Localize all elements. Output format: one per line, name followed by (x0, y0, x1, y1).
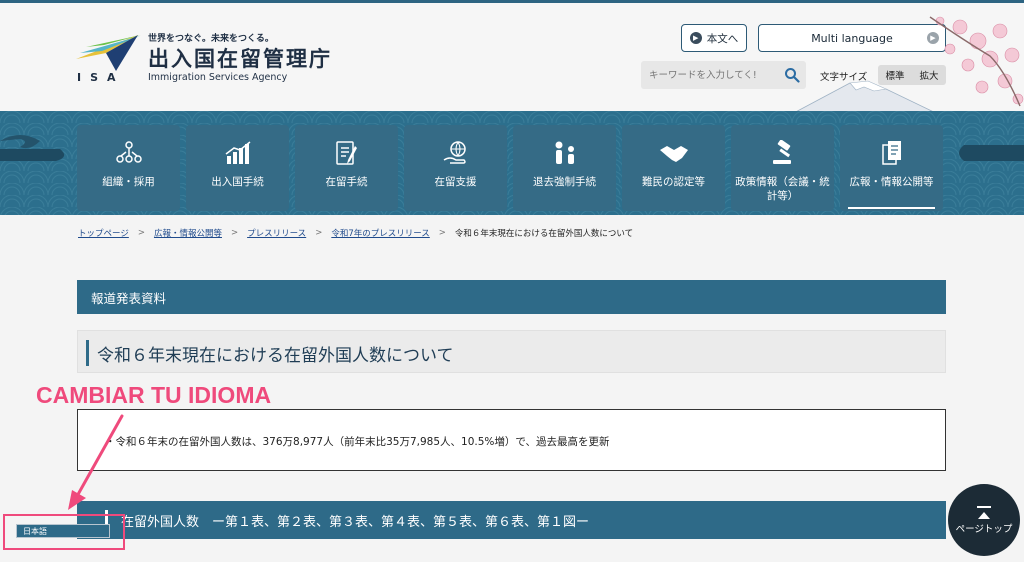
page-top-label: ページトップ (955, 523, 1013, 535)
gavel-icon (768, 139, 798, 167)
nav-item-label: 政策情報（会議・統計等） (735, 176, 830, 203)
people-icon (550, 139, 580, 167)
chevron-right-icon: > (230, 228, 239, 238)
nav-item-label: 在留手続 (325, 176, 368, 188)
summary-box: ・令和６年末の在留外国人数は、376万8,977人（前年末比35万7,985人、… (77, 409, 946, 471)
chevron-right-icon: > (438, 228, 446, 238)
nav-item-label: 組織・採用 (102, 176, 155, 188)
nav-item-publicity[interactable]: 広報・情報公開等 (840, 125, 943, 211)
annotation-text: CAMBIAR TU IDIOMA (36, 382, 272, 408)
search-box (641, 61, 806, 89)
chevron-right-icon: > (315, 228, 323, 238)
site-header: ISA 世界をつなぐ。未来をつくる。 出入国在留管理庁 Immigration … (0, 3, 1024, 115)
skip-to-content-button[interactable]: ▶ 本文へ (681, 24, 747, 52)
page-top-button[interactable]: ページトップ (948, 484, 1020, 556)
breadcrumb-current: 令和６年末現在における在留外国人数について (454, 229, 634, 239)
logo-abbreviation: ISA (77, 71, 125, 84)
site-logo[interactable]: ISA 世界をつなぐ。未来をつくる。 出入国在留管理庁 Immigration … (76, 31, 346, 91)
document-pen-icon (332, 139, 362, 167)
page-title-box: 令和６年末現在における在留外国人数について (77, 330, 946, 373)
breadcrumb-link-publicity[interactable]: 広報・情報公開等 (154, 227, 222, 239)
nav-item-label: 在留支援 (434, 176, 477, 188)
nav-item-support[interactable]: 在留支援 (404, 125, 507, 211)
breadcrumb-link-top[interactable]: トップページ (78, 227, 129, 239)
summary-text: ・令和６年末の在留外国人数は、376万8,977人（前年末比35万7,985人、… (105, 436, 610, 448)
nav-items: 組織・採用 出入国手続 在留手続 在留支援 退去強制手続 難民の認定等 政策情報… (77, 125, 947, 211)
nav-item-refugee[interactable]: 難民の認定等 (622, 125, 725, 211)
breadcrumb-link-reiwa7[interactable]: 令和7年のプレスリリース (331, 227, 429, 239)
nav-item-policy[interactable]: 政策情報（会議・統計等） (731, 125, 834, 211)
chart-icon (223, 139, 253, 167)
nav-item-label: 難民の認定等 (642, 176, 705, 188)
main-navigation: 組織・採用 出入国手続 在留手続 在留支援 退去強制手続 難民の認定等 政策情報… (0, 111, 1024, 215)
page-top-bar-icon (977, 505, 991, 508)
logo-name: 出入国在留管理庁 (148, 47, 332, 71)
arrow-up-icon (978, 511, 990, 519)
annotation-arrow-icon (68, 414, 124, 510)
chevron-right-icon: > (137, 228, 145, 238)
search-input[interactable] (649, 67, 771, 83)
page-title: 令和６年末現在における在留外国人数について (97, 346, 454, 366)
logo-mark-icon (76, 35, 141, 71)
nav-item-organization[interactable]: 組織・採用 (77, 125, 180, 211)
nav-item-immigration[interactable]: 出入国手続 (186, 125, 289, 211)
nav-item-label: 広報・情報公開等 (849, 176, 934, 188)
subheading-text: 在留外国人数 ー第１表、第２表、第３表、第４表、第５表、第６表、第１図ー (121, 514, 590, 530)
nav-item-label: 退去強制手続 (533, 176, 596, 188)
nav-item-label: 出入国手続 (211, 176, 264, 188)
breadcrumb: トップページ > 広報・情報公開等 > プレスリリース > 令和7年のプレスリリ… (78, 227, 633, 239)
documents-icon (877, 139, 907, 167)
section-label: 報道発表資料 (77, 280, 946, 314)
globe-hand-icon (441, 139, 471, 167)
nav-item-deportation[interactable]: 退去強制手続 (513, 125, 616, 211)
title-accent-bar (86, 340, 89, 366)
cherry-blossom-fuji-decoration (790, 16, 1024, 115)
active-indicator (848, 207, 935, 209)
breadcrumb-link-press-release[interactable]: プレスリリース (247, 227, 306, 239)
organization-icon (114, 139, 144, 167)
logo-english-name: Immigration Services Agency (148, 72, 288, 83)
language-select[interactable]: 日本語 (16, 524, 110, 538)
skip-to-content-label: 本文へ (706, 32, 739, 45)
chevron-right-icon: ▶ (689, 32, 702, 44)
handshake-icon (659, 139, 689, 167)
nav-item-residence[interactable]: 在留手続 (295, 125, 398, 211)
subheading-bar: 在留外国人数 ー第１表、第２表、第３表、第４表、第５表、第６表、第１図ー (77, 501, 946, 539)
